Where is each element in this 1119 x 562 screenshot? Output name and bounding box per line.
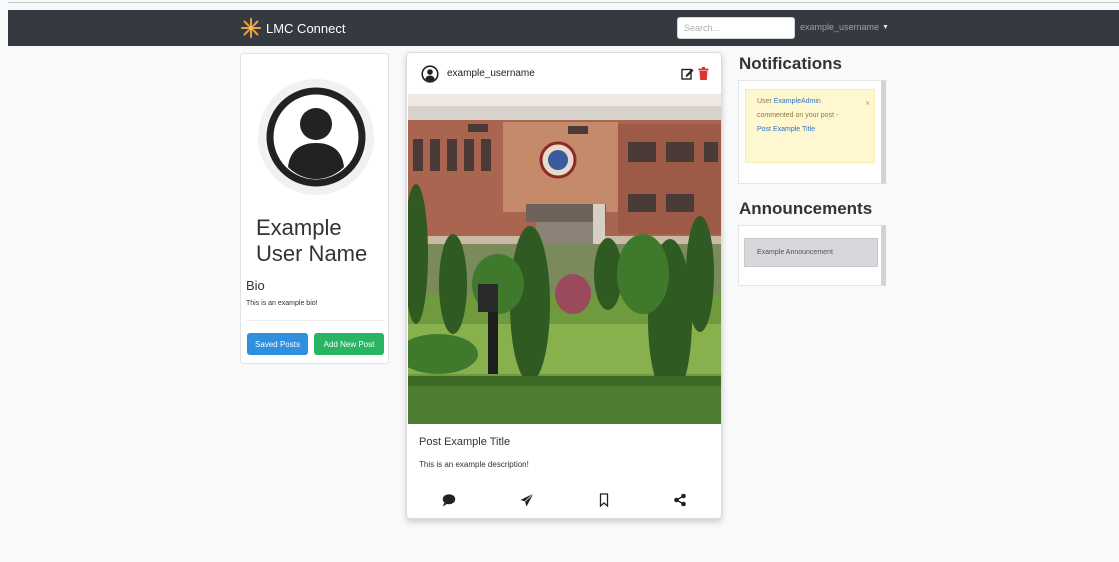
post-card: example_username Post Example Title This… <box>406 52 722 519</box>
notification-post-link[interactable]: Post Example Title <box>757 126 815 133</box>
notifications-title: Notifications <box>739 54 842 73</box>
profile-card: Example User Name Bio This is an example… <box>240 53 389 364</box>
notification-alert: User ExampleAdmin commented on your post… <box>745 89 875 163</box>
post-description-emphasis: example description! <box>455 460 529 469</box>
comment-icon[interactable] <box>442 493 456 507</box>
bio-text: This is an example bio! <box>246 300 318 307</box>
profile-name: Example User Name <box>256 215 368 266</box>
bookmark-icon[interactable] <box>597 493 611 507</box>
top-border <box>8 2 1119 3</box>
search-input[interactable] <box>677 17 795 39</box>
post-username[interactable]: example_username <box>447 68 535 79</box>
post-description: This is an example description! <box>419 460 529 469</box>
add-new-post-button[interactable]: Add New Post <box>314 333 384 355</box>
notification-text: User ExampleAdmin commented on your post… <box>757 95 849 137</box>
brand[interactable]: LMC Connect <box>240 17 345 39</box>
notification-actor-link[interactable]: ExampleAdmin <box>774 98 821 105</box>
notification-message: commented on your post - <box>757 112 839 119</box>
bio-label: Bio <box>246 278 265 293</box>
post-image <box>408 94 721 424</box>
top-navbar: LMC Connect example_username ▼ <box>8 10 1119 46</box>
profile-divider <box>246 320 385 321</box>
post-description-text: This is an <box>419 460 456 469</box>
post-title: Post Example Title <box>419 436 511 448</box>
saved-posts-button[interactable]: Saved Posts <box>247 333 308 355</box>
close-icon[interactable]: × <box>865 96 870 110</box>
post-avatar-icon[interactable] <box>421 65 439 83</box>
announcements-title: Announcements <box>739 199 873 218</box>
announcement-item[interactable]: Example Announcement <box>744 238 878 267</box>
notifications-panel: User ExampleAdmin commented on your post… <box>738 80 886 184</box>
lmc-logo-icon <box>241 18 261 38</box>
user-menu-dropdown[interactable]: example_username ▼ <box>800 22 889 32</box>
share-icon[interactable] <box>673 493 687 507</box>
edit-icon[interactable] <box>681 67 694 80</box>
trash-icon[interactable] <box>698 67 709 80</box>
user-avatar-icon <box>258 79 374 195</box>
caret-down-icon: ▼ <box>882 23 889 31</box>
user-menu-username: example_username <box>800 22 880 32</box>
notification-prefix: User <box>757 98 774 105</box>
announcements-panel: Example Announcement <box>738 225 886 286</box>
send-icon[interactable] <box>520 493 534 507</box>
brand-name: LMC Connect <box>266 20 346 36</box>
